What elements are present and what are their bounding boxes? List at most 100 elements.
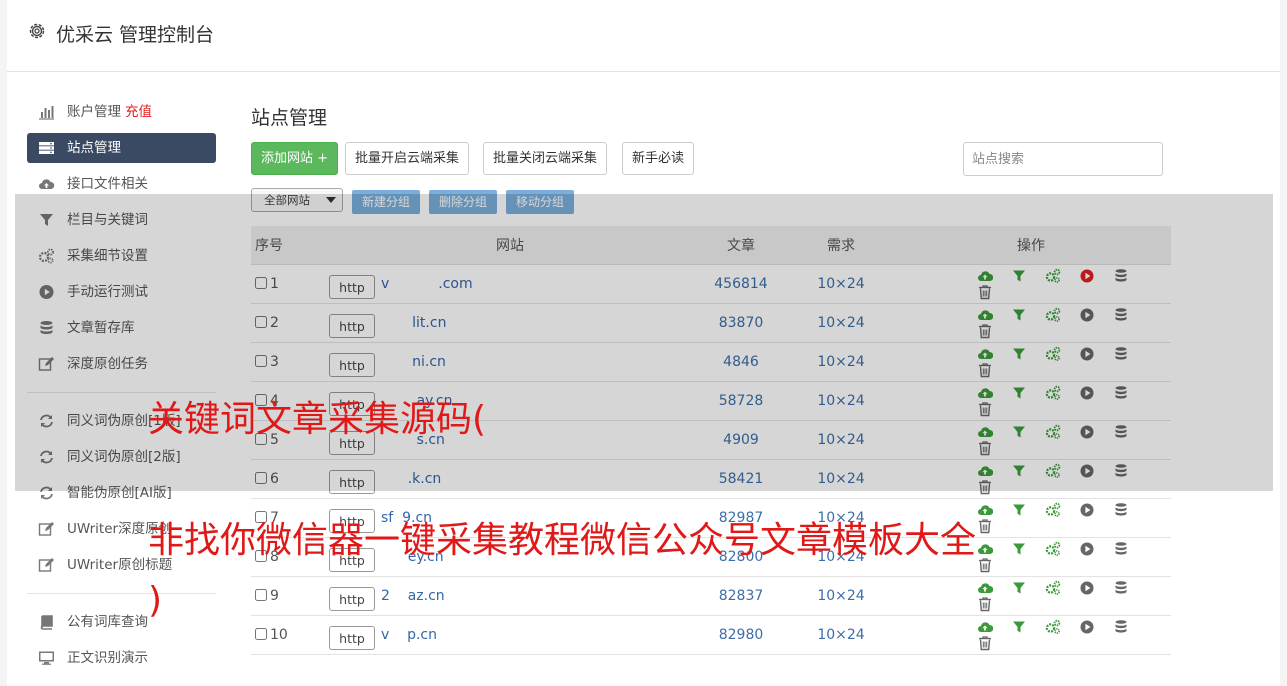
sidebar-item-interface-files[interactable]: 接口文件相关 xyxy=(27,166,216,202)
need-value[interactable]: 10×24 xyxy=(817,276,864,292)
trash-icon[interactable] xyxy=(977,440,993,456)
site-domain[interactable]: 2 az.cn xyxy=(381,588,445,604)
scheme-badge[interactable]: http xyxy=(329,586,375,611)
row-checkbox[interactable] xyxy=(255,315,267,328)
database-icon[interactable] xyxy=(1113,307,1129,323)
cloud-upload-icon[interactable] xyxy=(977,541,994,557)
row-checkbox[interactable] xyxy=(255,354,267,367)
database-icon[interactable] xyxy=(1113,502,1129,518)
sidebar-item-site-manage[interactable]: 站点管理 xyxy=(27,133,216,163)
play-circle-icon[interactable] xyxy=(1079,580,1095,596)
cell-need[interactable]: 10×24 xyxy=(791,459,891,498)
sidebar-item-text-recognition[interactable]: 正文识别演示 xyxy=(27,640,216,676)
sidebar-item-article-store[interactable]: 文章暂存库 xyxy=(27,310,216,346)
cloud-upload-icon[interactable] xyxy=(977,268,994,284)
gears-icon[interactable] xyxy=(1045,619,1061,635)
add-site-button[interactable]: 添加网站 + xyxy=(251,142,339,175)
article-count[interactable]: 82980 xyxy=(719,627,764,643)
database-icon[interactable] xyxy=(1113,346,1129,362)
cell-articles[interactable]: 58421 xyxy=(691,459,791,498)
sidebar-item-manual-run[interactable]: 手动运行测试 xyxy=(27,274,216,310)
play-circle-icon[interactable] xyxy=(1079,424,1095,440)
delete-group-button[interactable]: 删除分组 xyxy=(429,190,498,214)
site-search-input[interactable] xyxy=(963,142,1163,176)
row-checkbox[interactable] xyxy=(255,627,267,640)
recharge-link[interactable]: 充值 xyxy=(125,104,152,120)
trash-icon[interactable] xyxy=(977,557,993,573)
cell-articles[interactable]: 58728 xyxy=(691,381,791,420)
gears-icon[interactable] xyxy=(1045,463,1061,479)
cell-articles[interactable]: 82837 xyxy=(691,576,791,615)
sidebar-item-public-lexicon[interactable]: 公有词库查询 xyxy=(27,604,216,640)
cell-articles[interactable]: 4909 xyxy=(691,420,791,459)
cell-need[interactable]: 10×24 xyxy=(791,381,891,420)
need-value[interactable]: 10×24 xyxy=(817,432,864,448)
trash-icon[interactable] xyxy=(977,596,993,612)
play-circle-icon[interactable] xyxy=(1079,346,1095,362)
cell-articles[interactable]: 82980 xyxy=(691,615,791,654)
play-circle-icon[interactable] xyxy=(1079,268,1095,284)
scheme-badge[interactable]: http xyxy=(329,469,375,494)
article-count[interactable]: 83870 xyxy=(719,315,764,331)
beginner-guide-button[interactable]: 新手必读 xyxy=(622,142,695,175)
need-value[interactable]: 10×24 xyxy=(817,588,864,604)
database-icon[interactable] xyxy=(1113,268,1129,284)
cell-need[interactable]: 10×24 xyxy=(791,420,891,459)
database-icon[interactable] xyxy=(1113,463,1129,479)
gears-icon[interactable] xyxy=(1045,580,1061,596)
sidebar-item-ai-original[interactable]: 智能伪原创[AI版] xyxy=(27,475,216,511)
database-icon[interactable] xyxy=(1113,424,1129,440)
trash-icon[interactable] xyxy=(977,323,993,339)
sidebar-item-account[interactable]: 账户管理 充值 xyxy=(27,94,216,130)
batch-open-cloud-button[interactable]: 批量开启云端采集 xyxy=(345,142,470,175)
site-domain[interactable]: ni.cn xyxy=(381,354,446,370)
gears-icon[interactable] xyxy=(1045,307,1061,323)
cell-articles[interactable]: 83870 xyxy=(691,303,791,342)
row-checkbox[interactable] xyxy=(255,471,267,484)
move-group-button[interactable]: 移动分组 xyxy=(506,190,575,214)
gears-icon[interactable] xyxy=(1045,424,1061,440)
site-domain[interactable]: v .com xyxy=(381,276,473,292)
filter-icon[interactable] xyxy=(1011,502,1027,518)
cell-need[interactable]: 10×24 xyxy=(791,615,891,654)
trash-icon[interactable] xyxy=(977,518,993,534)
sidebar-item-columns-keywords[interactable]: 栏目与关键词 xyxy=(27,202,216,238)
gears-icon[interactable] xyxy=(1045,385,1061,401)
cell-articles[interactable]: 4846 xyxy=(691,342,791,381)
batch-close-cloud-button[interactable]: 批量关闭云端采集 xyxy=(483,142,608,175)
play-circle-icon[interactable] xyxy=(1079,619,1095,635)
cloud-upload-icon[interactable] xyxy=(977,307,994,323)
filter-icon[interactable] xyxy=(1011,619,1027,635)
need-value[interactable]: 10×24 xyxy=(817,315,864,331)
filter-icon[interactable] xyxy=(1011,463,1027,479)
play-circle-icon[interactable] xyxy=(1079,385,1095,401)
article-count[interactable]: 58728 xyxy=(719,393,764,409)
cell-need[interactable]: 10×24 xyxy=(791,264,891,303)
database-icon[interactable] xyxy=(1113,619,1129,635)
cell-articles[interactable]: 456814 xyxy=(691,264,791,303)
need-value[interactable]: 10×24 xyxy=(817,471,864,487)
trash-icon[interactable] xyxy=(977,479,993,495)
play-circle-icon[interactable] xyxy=(1079,463,1095,479)
cloud-upload-icon[interactable] xyxy=(977,424,994,440)
cloud-upload-icon[interactable] xyxy=(977,502,994,518)
filter-icon[interactable] xyxy=(1011,268,1027,284)
play-circle-icon[interactable] xyxy=(1079,502,1095,518)
filter-icon[interactable] xyxy=(1011,307,1027,323)
scheme-badge[interactable]: http xyxy=(329,313,375,338)
cloud-upload-icon[interactable] xyxy=(977,580,994,596)
database-icon[interactable] xyxy=(1113,580,1129,596)
filter-icon[interactable] xyxy=(1011,541,1027,557)
filter-icon[interactable] xyxy=(1011,346,1027,362)
database-icon[interactable] xyxy=(1113,385,1129,401)
trash-icon[interactable] xyxy=(977,362,993,378)
trash-icon[interactable] xyxy=(977,635,993,651)
need-value[interactable]: 10×24 xyxy=(817,393,864,409)
sidebar-item-deep-original[interactable]: 深度原创任务 xyxy=(27,346,216,382)
gears-icon[interactable] xyxy=(1045,346,1061,362)
scheme-badge[interactable]: http xyxy=(329,274,375,299)
gears-icon[interactable] xyxy=(1045,541,1061,557)
trash-icon[interactable] xyxy=(977,401,993,417)
article-count[interactable]: 456814 xyxy=(714,276,767,292)
row-checkbox[interactable] xyxy=(255,276,267,289)
